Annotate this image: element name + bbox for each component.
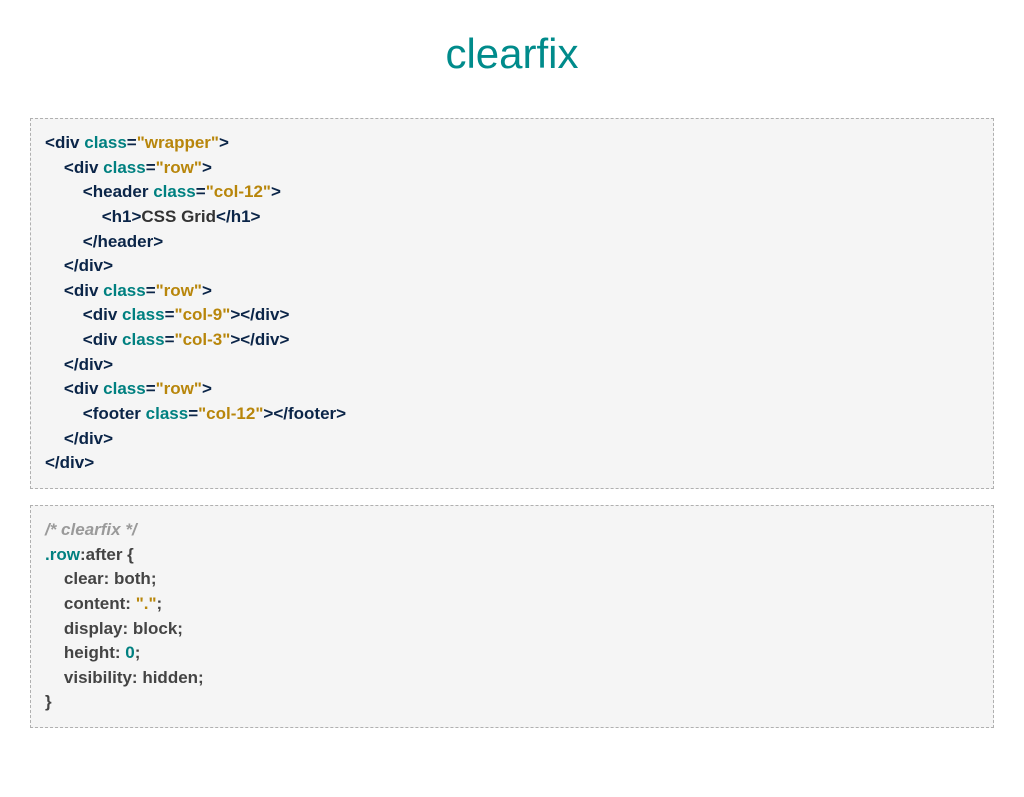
page-title: clearfix xyxy=(30,30,994,78)
html-code-block: <div class="wrapper"> <div class="row"> … xyxy=(30,118,994,489)
css-code-block: /* clearfix */ .row:after { clear: both;… xyxy=(30,505,994,728)
slide-page: clearfix <div class="wrapper"> <div clas… xyxy=(0,30,1024,774)
